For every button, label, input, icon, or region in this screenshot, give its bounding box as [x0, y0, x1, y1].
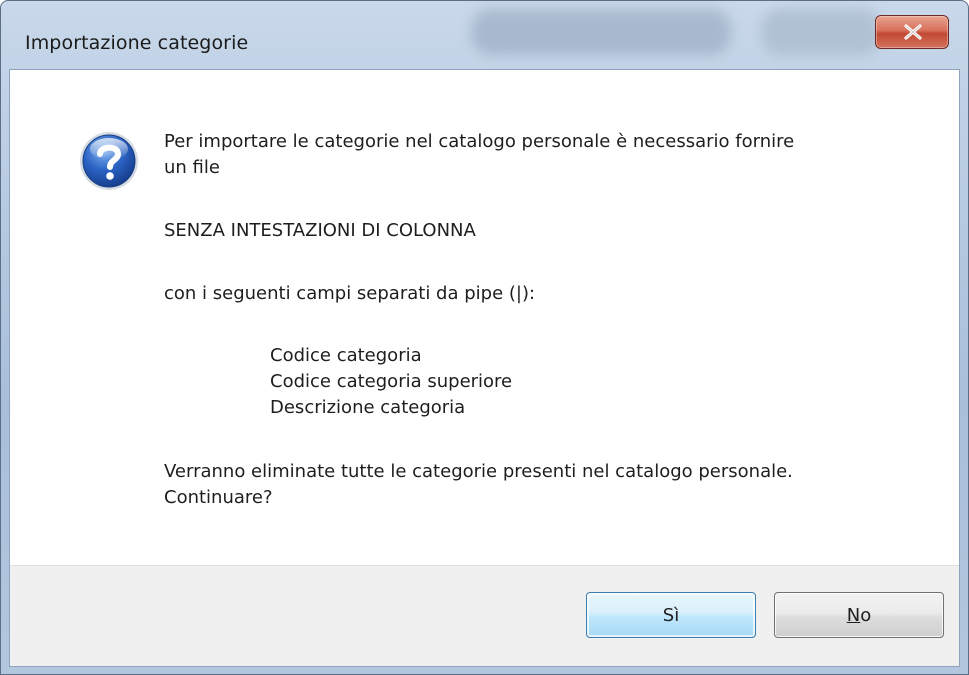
close-button[interactable]	[875, 15, 949, 49]
no-button-label: No	[847, 605, 871, 626]
message-line: un file	[164, 157, 220, 178]
dialog-body: Per importare le categorie nel catalogo …	[9, 69, 960, 667]
message-question: Continuare?	[164, 487, 273, 508]
field-item: Codice categoria superiore	[270, 371, 513, 392]
message-warning: Verranno eliminate tutte le categorie pr…	[164, 461, 793, 482]
yes-button[interactable]: Sì	[586, 592, 756, 638]
dialog-window: Importazione categorie Per importare le …	[0, 0, 969, 675]
yes-button-label: Sì	[662, 604, 680, 626]
question-icon	[80, 132, 138, 190]
message-emphasis: SENZA INTESTAZIONI DI COLONNA	[164, 220, 476, 241]
no-button[interactable]: No	[774, 592, 944, 638]
message-line: Per importare le categorie nel catalogo …	[164, 131, 795, 152]
close-icon	[904, 24, 922, 40]
button-bar: Sì No	[10, 565, 959, 666]
title-bar[interactable]: Importazione categorie	[1, 1, 968, 69]
message-fields-intro: con i seguenti campi separati da pipe (|…	[164, 283, 536, 304]
no-button-mnemonic: N	[846, 604, 861, 626]
field-item: Descrizione categoria	[270, 397, 466, 418]
no-button-label-rest: o	[860, 604, 872, 626]
dialog-title: Importazione categorie	[25, 32, 249, 54]
field-item: Codice categoria	[270, 345, 422, 366]
message-area: Per importare le categorie nel catalogo …	[10, 70, 959, 568]
